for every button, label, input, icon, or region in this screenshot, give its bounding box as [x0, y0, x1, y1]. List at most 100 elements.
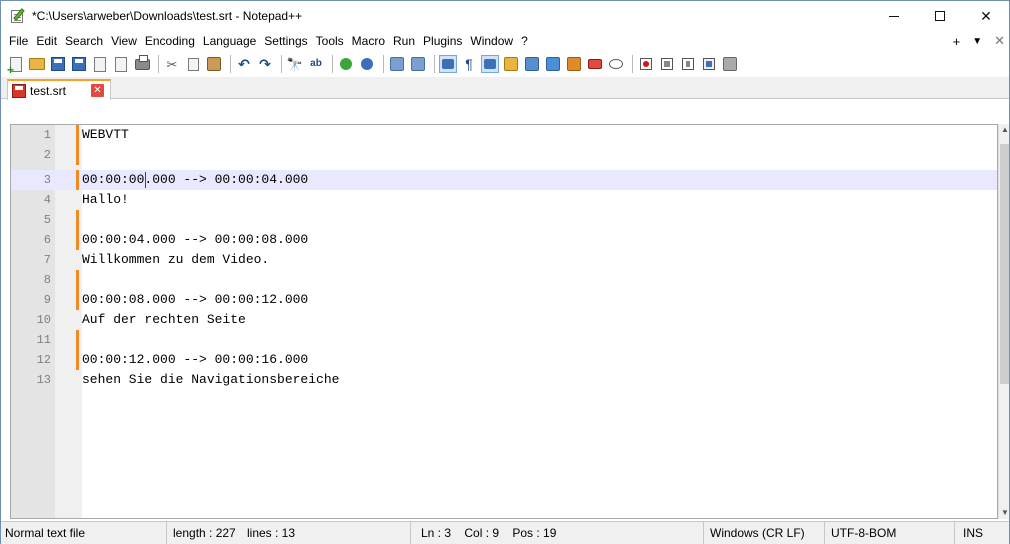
line-text[interactable]: Auf der rechten Seite: [82, 310, 246, 330]
editor-line[interactable]: 6 00:00:04.000 --> 00:00:08.000: [11, 230, 997, 250]
status-encoding[interactable]: UTF-8-BOM: [825, 522, 955, 544]
menu-window[interactable]: Window: [466, 31, 517, 51]
sync-horizontal-icon[interactable]: [409, 55, 427, 73]
menu-view[interactable]: View: [107, 31, 141, 51]
editor-line[interactable]: 5: [11, 210, 997, 230]
monitoring-icon[interactable]: [586, 55, 604, 73]
close-document-button[interactable]: ✕: [994, 33, 1005, 49]
close-window-button[interactable]: ✕: [963, 1, 1009, 31]
play-macro-icon[interactable]: [679, 55, 697, 73]
change-marker: [76, 290, 79, 310]
zoom-out-icon[interactable]: [358, 55, 376, 73]
new-tab-button[interactable]: +: [953, 34, 961, 49]
tab-test-srt[interactable]: test.srt ✕: [7, 79, 111, 100]
editor-line[interactable]: 12 00:00:12.000 --> 00:00:16.000: [11, 350, 997, 370]
line-text[interactable]: WEBVTT: [82, 125, 129, 145]
menu-tools[interactable]: Tools: [312, 31, 348, 51]
udl-icon[interactable]: [502, 55, 520, 73]
change-marker: [76, 350, 79, 370]
show-all-chars-icon[interactable]: ¶: [460, 55, 478, 73]
redo-icon[interactable]: ↷: [256, 55, 274, 73]
menu-plugins[interactable]: Plugins: [419, 31, 466, 51]
maximize-button[interactable]: [917, 1, 963, 31]
notepadpp-window: *C:\Users\arweber\Downloads\test.srt - N…: [0, 0, 1010, 544]
editor-line[interactable]: 1 WEBVTT: [11, 125, 997, 145]
menu-edit[interactable]: Edit: [32, 31, 61, 51]
close-all-icon[interactable]: [112, 55, 130, 73]
line-number: 8: [43, 273, 51, 287]
editor-line-current[interactable]: 3 00:00:00.000 --> 00:00:04.000: [11, 170, 997, 190]
scrollbar-thumb[interactable]: [1000, 144, 1009, 384]
line-text[interactable]: 00:00:00.000 --> 00:00:04.000: [82, 170, 308, 190]
indent-guide-icon[interactable]: [481, 55, 499, 73]
zoom-in-icon[interactable]: [337, 55, 355, 73]
line-number: 2: [43, 148, 51, 162]
line-text[interactable]: Hallo!: [82, 190, 129, 210]
vertical-scrollbar[interactable]: ▲ ▼: [998, 124, 1009, 519]
status-length: length : 227: [173, 526, 236, 540]
cut-icon[interactable]: ✂: [163, 55, 181, 73]
toolbar-separator: [632, 55, 633, 73]
window-controls: ✕: [871, 1, 1009, 31]
open-folder-icon[interactable]: [28, 55, 46, 73]
stop-record-icon[interactable]: [658, 55, 676, 73]
menu-run[interactable]: Run: [389, 31, 419, 51]
function-list-icon[interactable]: [544, 55, 562, 73]
menu-macro[interactable]: Macro: [348, 31, 389, 51]
editor-line[interactable]: 4 Hallo!: [11, 190, 997, 210]
menu-file[interactable]: File: [5, 31, 32, 51]
menu-settings[interactable]: Settings: [260, 31, 311, 51]
status-cursor-position: Ln : 3 Col : 9 Pos : 19: [411, 522, 704, 544]
editor-line[interactable]: 8: [11, 270, 997, 290]
save-all-icon[interactable]: [70, 55, 88, 73]
replace-icon[interactable]: ab: [307, 55, 325, 73]
line-text[interactable]: 00:00:12.000 --> 00:00:16.000: [82, 350, 308, 370]
line-text[interactable]: sehen Sie die Navigationsbereiche: [82, 370, 339, 390]
tab-label: test.srt: [30, 83, 67, 98]
editor-line[interactable]: 9 00:00:08.000 --> 00:00:12.000: [11, 290, 997, 310]
status-insert-mode[interactable]: INS: [955, 522, 1009, 544]
scroll-up-arrow-icon[interactable]: ▲: [1001, 126, 1009, 134]
editor-line[interactable]: 10 Auf der rechten Seite: [11, 310, 997, 330]
scroll-down-arrow-icon[interactable]: ▼: [1001, 509, 1009, 517]
undo-icon[interactable]: ↶: [235, 55, 253, 73]
toolbar-separator: [158, 55, 159, 73]
text-editor[interactable]: 1 WEBVTT 2 3 00:00:00.000 --> 00:00:04.0…: [10, 124, 998, 519]
menu-encoding[interactable]: Encoding: [141, 31, 199, 51]
line-text[interactable]: 00:00:04.000 --> 00:00:08.000: [82, 230, 308, 250]
paste-icon[interactable]: [205, 55, 223, 73]
new-file-icon[interactable]: [7, 55, 25, 76]
save-icon[interactable]: [49, 55, 67, 73]
folder-workspace-icon[interactable]: [565, 55, 583, 73]
line-text[interactable]: Willkommen zu dem Video.: [82, 250, 269, 270]
close-icon: ✕: [980, 7, 992, 24]
doc-map-icon[interactable]: [523, 55, 541, 73]
title-bar: *C:\Users\arweber\Downloads\test.srt - N…: [1, 1, 1009, 31]
find-icon[interactable]: 🔭: [286, 55, 304, 73]
line-text[interactable]: 00:00:08.000 --> 00:00:12.000: [82, 290, 308, 310]
save-macro-icon[interactable]: [721, 55, 739, 73]
menu-help[interactable]: ?: [517, 31, 532, 51]
menu-search[interactable]: Search: [61, 31, 107, 51]
editor-line[interactable]: 7 Willkommen zu dem Video.: [11, 250, 997, 270]
sync-vertical-icon[interactable]: [388, 55, 406, 73]
line-number: 10: [36, 313, 51, 327]
editor-line[interactable]: 11: [11, 330, 997, 350]
print-icon[interactable]: [133, 54, 151, 73]
word-wrap-icon[interactable]: [439, 55, 457, 73]
notepadpp-app-icon[interactable]: [10, 8, 26, 24]
editor-line[interactable]: 13 sehen Sie die Navigationsbereiche: [11, 370, 997, 390]
tab-list-dropdown-icon[interactable]: ▼: [972, 36, 982, 47]
copy-icon[interactable]: [184, 55, 202, 73]
status-lines: lines : 13: [243, 522, 411, 544]
menu-language[interactable]: Language: [199, 31, 260, 51]
editor-line[interactable]: 2: [11, 145, 997, 165]
run-macro-multiple-icon[interactable]: [700, 55, 718, 73]
tab-close-icon[interactable]: ✕: [91, 84, 104, 97]
status-eol[interactable]: Windows (CR LF): [704, 522, 825, 544]
minimize-button[interactable]: [871, 1, 917, 31]
status-file-type: Normal text file: [1, 522, 167, 544]
eye-icon[interactable]: [607, 55, 625, 73]
record-macro-icon[interactable]: [637, 55, 655, 73]
close-file-icon[interactable]: [91, 55, 109, 73]
